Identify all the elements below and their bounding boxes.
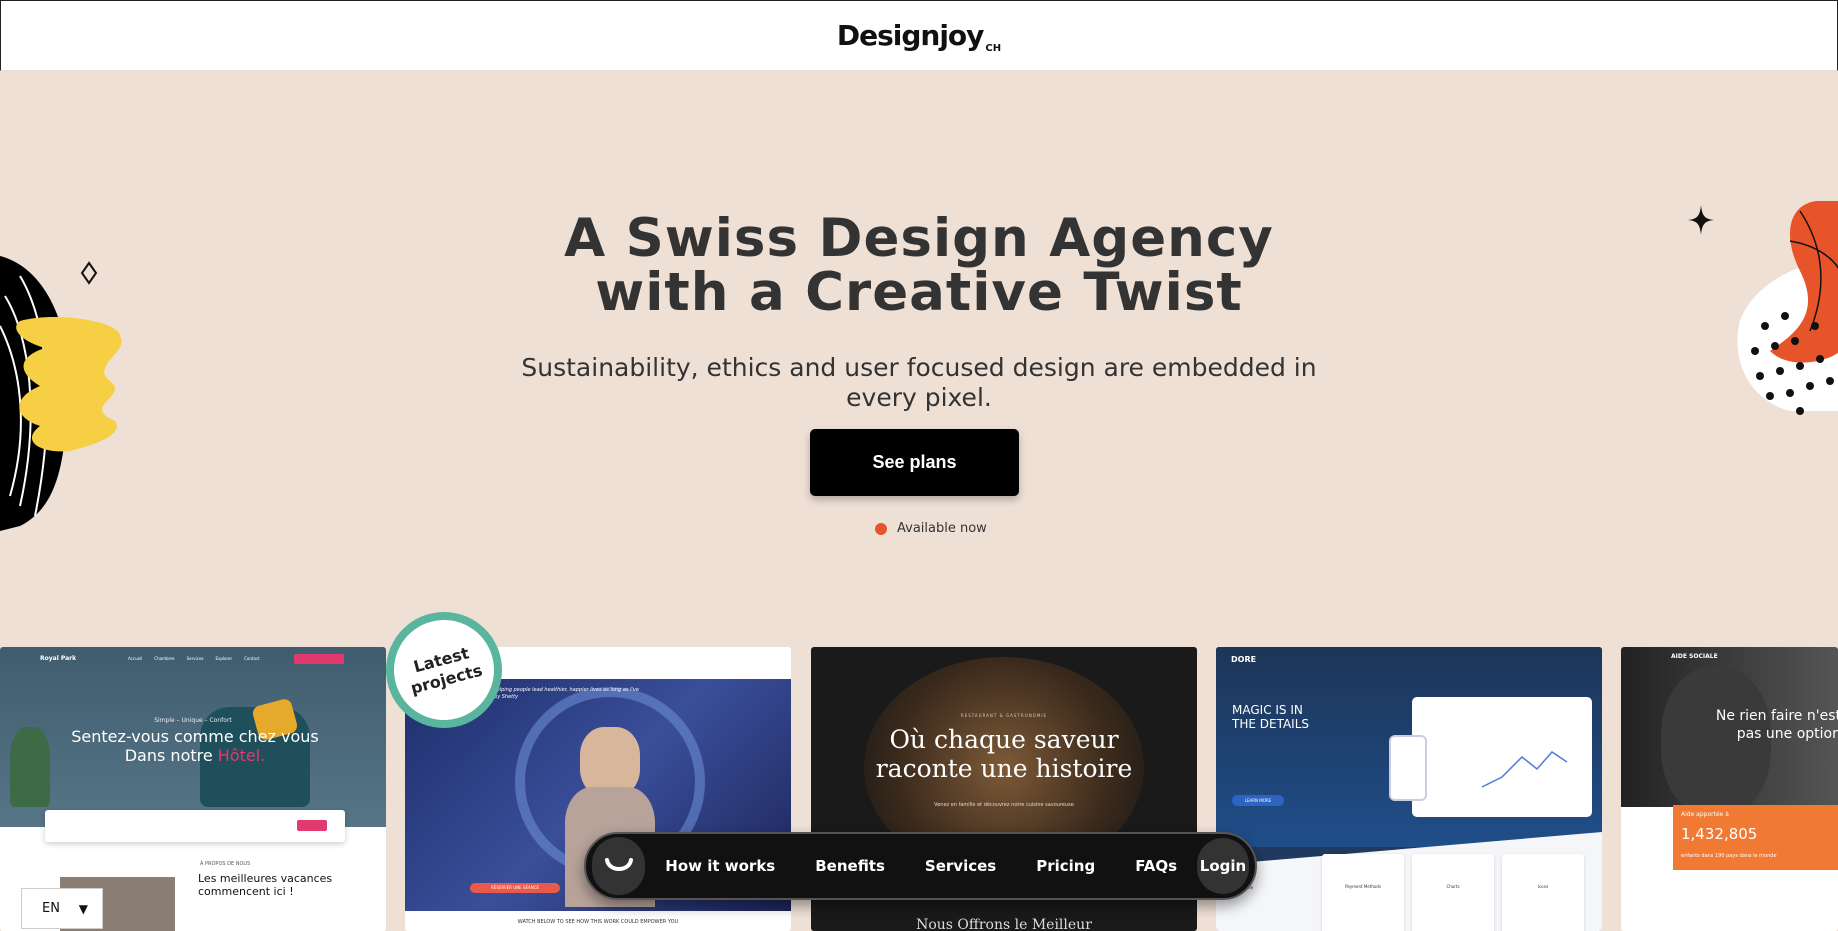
left-decoration-blob — [0, 256, 122, 531]
dashboard-feature-card: Payment Methods — [1322, 854, 1404, 931]
project-card-charity[interactable]: AIDE SOCIALE Ne rien faire n'est pas une… — [1621, 647, 1838, 931]
hotel-section-title: Les meilleures vacances commencent ici ! — [198, 872, 333, 898]
hotel-headline: Sentez-vous comme chez vous Dans notre H… — [0, 727, 386, 765]
restaurant-bottom-heading: Nous Offrons le Meilleur — [916, 917, 1092, 931]
floating-nav: How it works Benefits Services Pricing F… — [584, 832, 1257, 900]
hotel-headline-line1: Sentez-vous comme chez vous — [71, 727, 319, 746]
hotel-nav-item: Explorer — [215, 656, 233, 661]
language-current: EN — [42, 901, 60, 916]
hero-title-line2: with a Creative Twist — [595, 262, 1243, 323]
status-dot-icon — [875, 522, 887, 535]
hotel-nav-item: Accueil — [128, 656, 143, 661]
hotel-headline-line2: Dans notre — [124, 746, 218, 765]
charity-stat-value: 1,432,805 — [1681, 825, 1758, 843]
dashboard-headline-line1: MAGIC IS IN — [1232, 703, 1303, 717]
charity-stat-sub: enfants dans 190 pays dans le monde — [1681, 853, 1777, 859]
language-selector[interactable]: EN ▼ — [21, 888, 103, 929]
charity-brand: AIDE SOCIALE — [1671, 653, 1718, 660]
hotel-headline-highlight: Hôtel. — [217, 746, 266, 765]
dashboard-brand: DORE — [1231, 655, 1257, 664]
feature-label: Icons — [1537, 884, 1549, 889]
star-sparkle-icon — [1688, 205, 1714, 235]
nav-services[interactable]: Services — [905, 857, 1016, 875]
latest-projects-badge: Latest projects — [382, 608, 506, 732]
brand-name: Designjoy — [836, 19, 985, 52]
hotel-tagline: Simple – Unique – Confort — [154, 717, 232, 724]
dashboard-headline: MAGIC IS IN THE DETAILS — [1232, 703, 1309, 731]
hotel-nav-item: Contact — [244, 656, 260, 661]
brand-suffix: CH — [985, 43, 1002, 54]
hero-subtitle: Sustainability, ethics and user focused … — [521, 353, 1317, 412]
hotel-section-label: À PROPOS DE NOUS — [200, 861, 251, 867]
restaurant-subtitle: Venez en famille et découvrez notre cuis… — [934, 802, 1074, 808]
hotel-brand: Royal Park — [40, 655, 77, 662]
see-plans-button[interactable]: See plans — [810, 429, 1019, 496]
hotel-nav-item: Services — [186, 656, 204, 661]
login-button[interactable]: Login — [1197, 838, 1249, 894]
diamond-sparkle-icon — [80, 261, 98, 285]
brand-logo[interactable]: Designjoy CH — [836, 19, 1002, 54]
hero-section: A Swiss Design Agency with a Creative Tw… — [0, 71, 1838, 631]
restaurant-label: RESTAURANT & GASTRONOMIE — [960, 713, 1048, 718]
hotel-nav: Accueil Chambres Services Explorer Conta… — [128, 656, 260, 661]
caret-down-icon: ▼ — [78, 901, 88, 916]
restaurant-headline-line2: raconte une histoire — [875, 754, 1133, 783]
restaurant-headline-line1: Où chaque saveur — [889, 725, 1119, 754]
nav-faqs[interactable]: FAQs — [1115, 857, 1197, 875]
charity-stats-box: Aide apportée à 1,432,805 enfants dans 1… — [1673, 805, 1838, 870]
charity-headline: Ne rien faire n'est pas une option — [1715, 708, 1838, 742]
feature-label: Charts — [1446, 884, 1460, 889]
dashboard-headline-line2: THE DETAILS — [1232, 717, 1310, 731]
dashboard-feature-card: Icons — [1502, 854, 1584, 931]
nav-how-it-works[interactable]: How it works — [645, 857, 795, 875]
dashboard-phone-mockup — [1389, 735, 1427, 801]
nav-benefits[interactable]: Benefits — [795, 857, 905, 875]
status-text: Available now — [897, 521, 987, 536]
charity-stat-label: Aide apportée à — [1681, 811, 1729, 818]
smile-logo-icon — [604, 858, 633, 871]
dashboard-feature-card: Charts — [1412, 854, 1494, 931]
hotel-reserve-button — [294, 654, 344, 664]
wellness-cta: RÉSERVER UNE SÉANCE — [470, 883, 560, 893]
nav-home-button[interactable] — [592, 837, 646, 895]
restaurant-headline: Où chaque saveur raconte une histoire — [811, 725, 1197, 783]
right-decoration-blob — [1737, 201, 1838, 415]
site-header: Designjoy CH — [0, 0, 1838, 71]
project-card-dashboard[interactable]: DORE MAGIC IS IN THE DETAILS LEARN MORE … — [1216, 647, 1602, 931]
feature-label: Payment Methods — [1345, 884, 1381, 889]
dashboard-cta: LEARN MORE — [1232, 795, 1284, 806]
hotel-nav-item: Chambres — [154, 656, 175, 661]
nav-pricing[interactable]: Pricing — [1016, 857, 1115, 875]
availability-status: Available now — [875, 521, 987, 536]
hero-title-line1: A Swiss Design Agency — [564, 208, 1274, 269]
hotel-booking-bar — [45, 810, 345, 842]
hotel-search-button — [297, 820, 327, 831]
dashboard-laptop-mockup — [1412, 697, 1592, 817]
wellness-footer-text: WATCH BELOW TO SEE HOW THIS WORK COULD E… — [517, 919, 679, 925]
hero-title: A Swiss Design Agency with a Creative Tw… — [519, 212, 1319, 320]
